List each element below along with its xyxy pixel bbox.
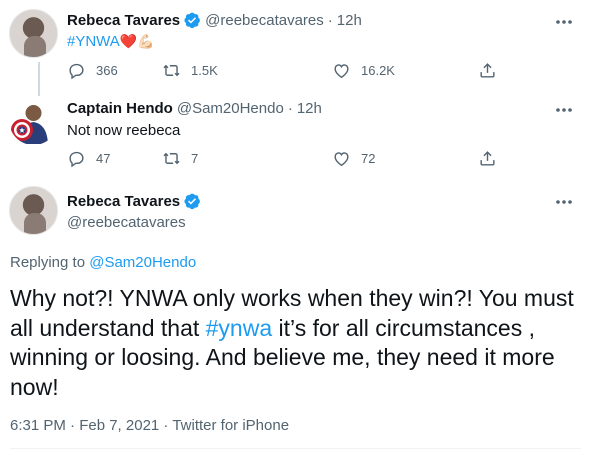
display-name-text: Rebeca Tavares	[67, 192, 181, 210]
retweet-button[interactable]: 1.5K	[162, 61, 332, 80]
tweet-1: Rebeca Tavares @reebecatavares · 12h #YN…	[0, 0, 591, 96]
retweet-icon	[163, 152, 180, 165]
tweet-text: Not now reebeca	[67, 122, 181, 139]
avatar[interactable]	[9, 96, 58, 145]
reply-count: 366	[96, 63, 118, 78]
verified-badge-icon	[184, 12, 201, 29]
tweet-metadata: 6:31 PM · Feb 7, 2021 · Twitter for iPho…	[10, 417, 289, 434]
share-icon	[480, 151, 495, 166]
mention-link[interactable]: @Sam20Hendo	[89, 254, 196, 271]
separator-dot: ·	[327, 11, 333, 29]
avatar[interactable]	[9, 9, 58, 58]
display-name[interactable]: Rebeca Tavares	[67, 192, 201, 210]
share-button[interactable]	[478, 61, 507, 80]
like-count: 16.2K	[361, 63, 395, 78]
tweet-text: Why not?! YNWA only works when they win?…	[10, 284, 582, 402]
handle[interactable]: @reebecatavares	[67, 214, 186, 231]
separator-dot: ·	[287, 100, 293, 117]
share-icon	[480, 63, 495, 78]
handle[interactable]: @reebecatavares	[205, 12, 324, 29]
source-link[interactable]: Twitter for iPhone	[172, 417, 289, 434]
captain-shield-avatar-icon	[11, 105, 48, 144]
hashtag-link[interactable]: #YNWA	[67, 33, 120, 50]
retweet-count: 7	[191, 151, 199, 166]
reply-icon	[69, 63, 84, 80]
replying-to-label: Replying to	[10, 254, 90, 271]
tweet-actions: 366 1.5K 16.2K	[67, 61, 507, 80]
retweet-count: 1.5K	[191, 63, 218, 78]
tweet-2: Captain Hendo @Sam20Hendo · 12h Not now …	[0, 96, 591, 182]
like-button[interactable]: 72	[332, 149, 478, 168]
emoji-text: ❤️💪🏻	[119, 33, 155, 49]
reply-button[interactable]: 366	[67, 61, 162, 80]
retweet-icon	[163, 64, 180, 77]
timestamp[interactable]: 12h	[297, 100, 322, 117]
tweet-text: #YNWA❤️💪🏻	[67, 33, 155, 50]
reply-icon	[69, 151, 84, 168]
retweet-button[interactable]: 7	[162, 149, 332, 168]
more-options-icon[interactable]	[553, 12, 575, 32]
like-button[interactable]: 16.2K	[332, 61, 478, 80]
more-options-icon[interactable]	[553, 192, 575, 212]
reply-button[interactable]: 47	[67, 149, 162, 168]
heart-icon	[334, 152, 349, 167]
more-options-icon[interactable]	[553, 100, 575, 120]
display-name[interactable]: Captain Hendo	[67, 100, 173, 117]
avatar[interactable]	[9, 186, 58, 235]
share-button[interactable]	[478, 149, 507, 168]
thread-connector	[38, 62, 40, 96]
divider	[10, 448, 581, 449]
tweet-actions: 47 7 72	[67, 149, 507, 168]
hashtag-link[interactable]: #ynwa	[206, 315, 272, 341]
verified-badge-icon	[184, 193, 201, 210]
replying-to: Replying to @Sam20Hendo	[10, 254, 196, 271]
display-name[interactable]: Rebeca Tavares	[67, 12, 180, 29]
tweet-header: Rebeca Tavares @reebecatavares · 12h	[67, 11, 362, 29]
reply-count: 47	[96, 151, 111, 166]
timestamp[interactable]: 12h	[337, 12, 362, 29]
like-count: 72	[361, 151, 376, 166]
timestamp[interactable]: 6:31 PM · Feb 7, 2021 ·	[10, 417, 172, 434]
tweet-header: Captain Hendo @Sam20Hendo · 12h	[67, 100, 322, 117]
handle[interactable]: @Sam20Hendo	[177, 100, 284, 117]
heart-icon	[334, 64, 349, 79]
